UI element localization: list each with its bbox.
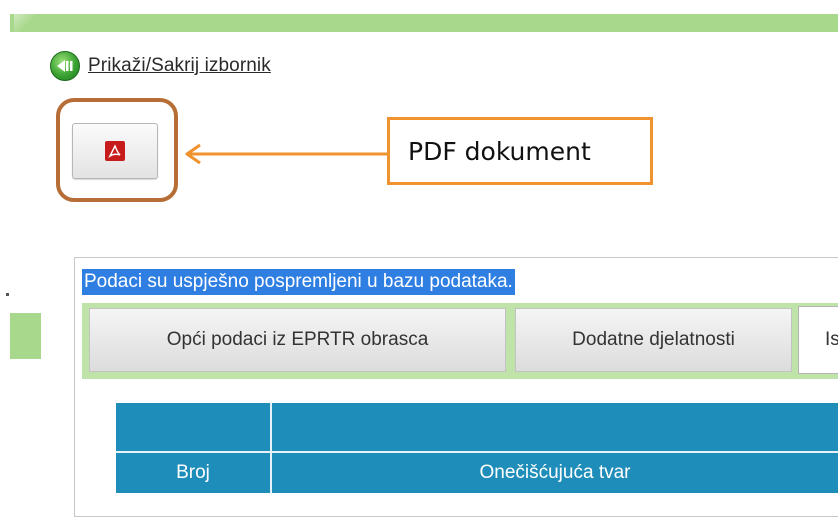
pdf-button[interactable] xyxy=(72,123,158,179)
pdf-callout: PDF dokument xyxy=(387,117,653,185)
back-arrow-icon[interactable] xyxy=(50,51,80,81)
tab-general-eprtr[interactable]: Opći podaci iz EPRTR obrasca xyxy=(89,308,506,372)
top-green-bar xyxy=(10,14,838,32)
toggle-menu[interactable]: Prikaži/Sakrij izbornik xyxy=(50,49,271,83)
tab-additional-activities[interactable]: Dodatne djelatnosti xyxy=(515,308,792,372)
callout-arrow xyxy=(185,143,387,165)
table-row-divider xyxy=(116,451,838,453)
success-message: Podaci su uspješno pospremljeni u bazu p… xyxy=(82,269,515,295)
pdf-icon xyxy=(105,141,125,161)
left-green-stripe xyxy=(10,313,41,359)
pdf-callout-text: PDF dokument xyxy=(408,136,591,166)
column-header-number: Broj xyxy=(176,462,210,483)
toggle-menu-link[interactable]: Prikaži/Sakrij izbornik xyxy=(88,55,271,77)
column-header-pollutant: Onečišćujuća tvar xyxy=(479,462,631,483)
top-bar-corner xyxy=(14,14,36,32)
tab-active[interactable]: Is xyxy=(798,306,838,374)
left-dot xyxy=(6,293,9,296)
